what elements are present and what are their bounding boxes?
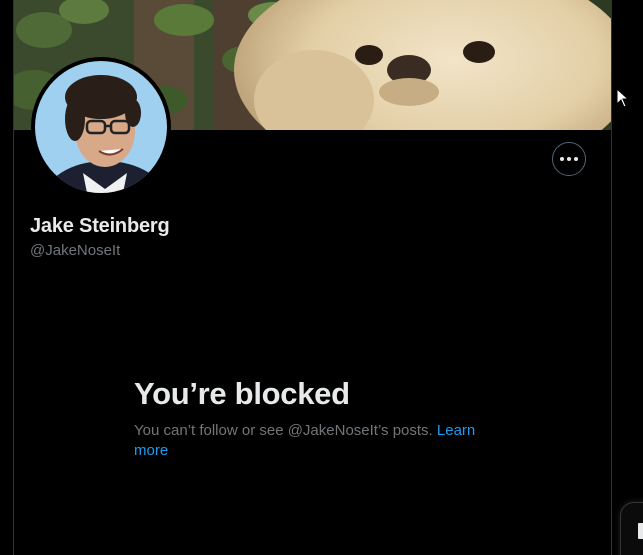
floating-widget[interactable] bbox=[620, 502, 643, 555]
blocked-description-text: You can’t follow or see @JakeNoseIt’s po… bbox=[134, 422, 437, 439]
blocked-description: You can’t follow or see @JakeNoseIt’s po… bbox=[134, 421, 494, 461]
profile-column: Jake Steinberg @JakeNoseIt You’re blocke… bbox=[13, 0, 612, 555]
more-options-button[interactable] bbox=[552, 142, 586, 176]
mouse-pointer-icon bbox=[616, 88, 630, 108]
more-options-icon bbox=[560, 157, 578, 161]
blocked-title: You’re blocked bbox=[134, 376, 350, 411]
profile-display-name: Jake Steinberg bbox=[30, 215, 170, 237]
profile-page: Jake Steinberg @JakeNoseIt You’re blocke… bbox=[0, 0, 643, 555]
widget-icon bbox=[638, 523, 643, 539]
profile-avatar[interactable] bbox=[31, 57, 171, 197]
profile-handle: @JakeNoseIt bbox=[30, 242, 121, 259]
